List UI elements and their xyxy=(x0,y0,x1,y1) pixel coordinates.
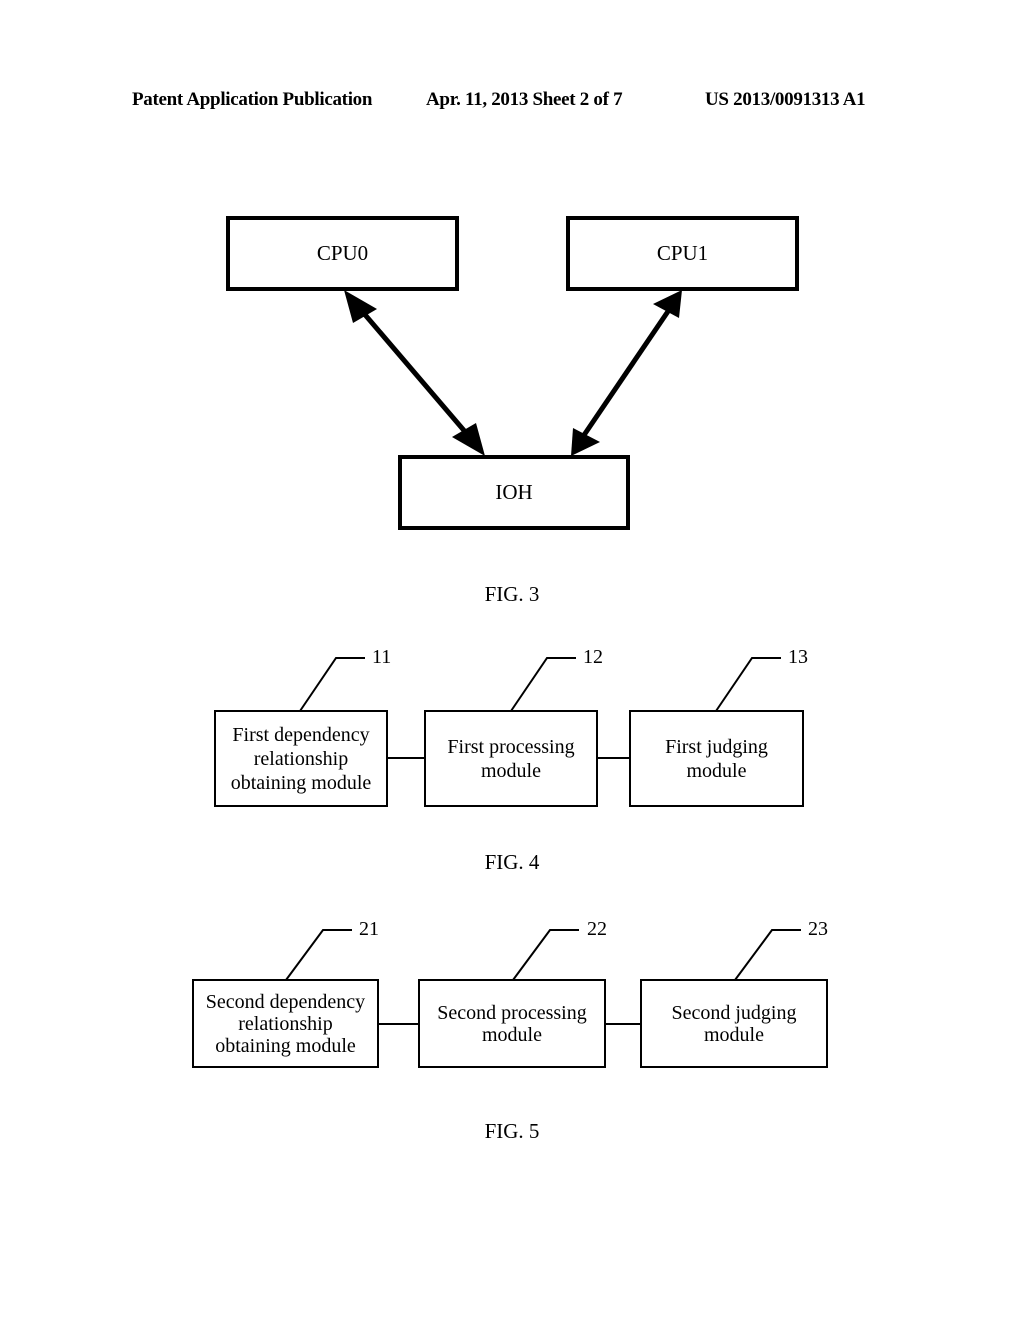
ref-23: 23 xyxy=(808,918,828,940)
arrowhead-up-icon xyxy=(344,290,377,323)
leader-22 xyxy=(512,929,579,981)
node-cpu1-label: CPU1 xyxy=(656,241,709,265)
module-first-dependency-relationship-obtaining: First dependency relationship obtaining … xyxy=(214,710,388,807)
node-cpu1: CPU1 xyxy=(566,216,799,291)
module-label: Second dependency relationship obtaining… xyxy=(205,990,366,1057)
node-cpu0-label: CPU0 xyxy=(316,241,369,265)
arrow-cpu0-ioh xyxy=(344,290,485,456)
ref-12: 12 xyxy=(583,646,603,668)
leader-21 xyxy=(285,929,352,981)
module-label: First dependency relationship obtaining … xyxy=(230,723,372,794)
ref-11: 11 xyxy=(372,646,392,668)
module-label: First judging module xyxy=(665,735,768,782)
ref-13: 13 xyxy=(788,646,808,668)
node-cpu0: CPU0 xyxy=(226,216,459,291)
leader-13 xyxy=(715,657,781,712)
ref-22: 22 xyxy=(587,918,607,940)
module-second-processing: Second processing module xyxy=(418,979,606,1068)
module-first-processing: First processing module xyxy=(424,710,598,807)
module-label: Second processing module xyxy=(437,1001,587,1046)
arrow-cpu1-ioh xyxy=(571,290,682,456)
module-label: First processing module xyxy=(447,735,575,782)
arrowhead-down-icon xyxy=(452,423,485,456)
node-ioh: IOH xyxy=(398,455,630,530)
ref-21: 21 xyxy=(359,918,379,940)
fig4-caption: FIG. 4 xyxy=(484,850,540,874)
leader-12 xyxy=(510,657,576,712)
module-first-judging: First judging module xyxy=(629,710,804,807)
node-ioh-label: IOH xyxy=(495,480,533,504)
leader-23 xyxy=(734,929,801,981)
module-second-dependency-relationship-obtaining: Second dependency relationship obtaining… xyxy=(192,979,379,1068)
fig3-caption: FIG. 3 xyxy=(484,582,540,606)
module-second-judging: Second judging module xyxy=(640,979,828,1068)
module-label: Second judging module xyxy=(671,1001,797,1046)
fig5-caption: FIG. 5 xyxy=(484,1119,540,1143)
leader-11 xyxy=(299,657,365,712)
